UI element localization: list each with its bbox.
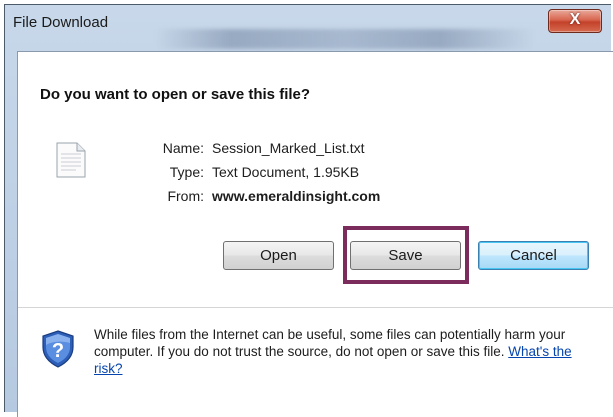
- close-icon: X: [569, 11, 581, 28]
- type-label: Type:: [169, 164, 204, 180]
- dialog-window: File Download X Do you want to open or s…: [4, 4, 613, 417]
- cancel-button[interactable]: Cancel: [478, 241, 589, 270]
- save-highlight-box: [343, 226, 469, 284]
- blurred-background: [155, 29, 535, 49]
- name-label: Name:: [162, 140, 204, 156]
- file-source-value: www.emeraldinsight.com: [212, 188, 381, 204]
- document-icon: [56, 142, 86, 183]
- divider: [18, 307, 613, 308]
- file-name-value: Session_Marked_List.txt: [212, 140, 365, 156]
- from-label: From:: [167, 188, 204, 204]
- security-warning: While files from the Internet can be use…: [94, 326, 599, 377]
- close-button[interactable]: X: [548, 9, 602, 33]
- file-type-value: Text Document, 1.95KB: [212, 164, 360, 180]
- warning-text: While files from the Internet can be use…: [94, 327, 566, 359]
- dialog-question: Do you want to open or save this file?: [40, 86, 311, 103]
- open-button[interactable]: Open: [223, 241, 334, 270]
- svg-text:?: ?: [52, 340, 64, 362]
- window-title: File Download: [13, 14, 109, 31]
- security-shield-icon: ?: [41, 330, 75, 373]
- dialog-content: Do you want to open or save this file? N…: [17, 51, 613, 417]
